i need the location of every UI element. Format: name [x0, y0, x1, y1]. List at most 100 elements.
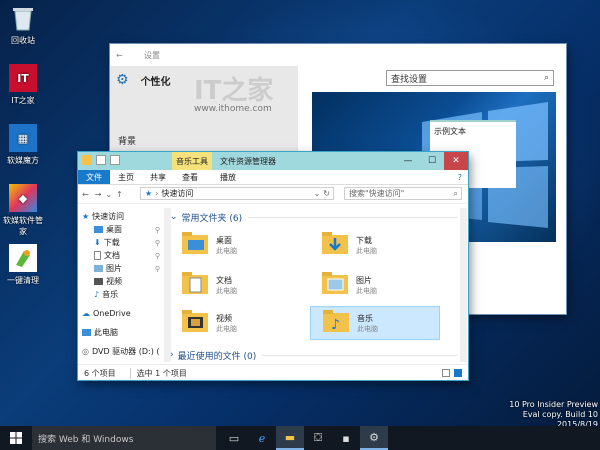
folder-tile-pictures[interactable]: 图片 此电脑 [310, 268, 440, 302]
properties-icon[interactable] [96, 155, 106, 165]
svg-text:♪: ♪ [331, 317, 340, 332]
settings-gear-icon[interactable]: ⚙ [360, 426, 388, 450]
frequent-folders-group[interactable]: ⌄ 常用文件夹 (6) [170, 210, 458, 224]
tab-share[interactable]: 共享 [142, 170, 174, 184]
desktop-folder-icon [182, 232, 208, 258]
desktop-icon-software-manager[interactable]: ◆ 软媒软件管家 [2, 184, 44, 237]
tab-play[interactable]: 播放 [212, 170, 244, 184]
chevron-down-icon: ⌄ [170, 212, 178, 222]
nav-this-pc[interactable]: 此电脑 [78, 326, 164, 339]
folder-location: 此电脑 [356, 286, 377, 295]
new-folder-icon[interactable] [110, 155, 120, 165]
folder-tile-desktop[interactable]: 桌面 此电脑 [170, 228, 300, 262]
menu-item-label: 背景 [118, 136, 137, 147]
tiles-view-icon[interactable] [454, 369, 462, 377]
nav-quick-access[interactable]: ★ 快速访问 [78, 210, 164, 223]
details-view-icon[interactable] [442, 369, 450, 377]
refresh-icon[interactable]: ↻ [323, 189, 330, 198]
tab-view[interactable]: 查看 [174, 170, 206, 184]
pin-icon[interactable]: ⚲ [155, 239, 160, 247]
folder-tile-videos[interactable]: 视频 此电脑 [170, 306, 300, 340]
pin-icon[interactable]: ⚲ [155, 265, 160, 273]
folder-name: 图片 [356, 275, 372, 285]
preview-text: 示例文本 [434, 127, 466, 136]
help-icon[interactable]: ? [458, 173, 462, 182]
explorer-title: 文件资源管理器 [220, 156, 276, 166]
maximize-icon[interactable]: ☐ [420, 152, 444, 170]
group-label: 常用文件夹 (6) [181, 213, 243, 224]
folder-tile-music[interactable]: ♪ 音乐 此电脑 [310, 306, 440, 340]
nav-item-videos[interactable]: 视频 [78, 275, 164, 288]
store-icon[interactable]: ⛋ [304, 426, 332, 450]
edge-browser-icon[interactable]: ℯ [248, 426, 276, 450]
recent-files-group[interactable]: › 最近使用的文件 (0) [170, 348, 458, 362]
desktop-icon-label: 软媒软件管家 [3, 216, 43, 236]
software-manager-icon: ◆ [9, 184, 37, 212]
desktop-icon [94, 226, 103, 233]
videos-folder-icon [182, 310, 208, 336]
desktop-icon-recycle-bin[interactable]: 回收站 [2, 4, 44, 46]
command-prompt-icon[interactable]: ▪ [332, 426, 360, 450]
nav-item-downloads[interactable]: ⬇ 下载 ⚲ [78, 236, 164, 249]
recent-locations-icon[interactable]: ⌄ [105, 190, 112, 199]
edition-text: 10 Pro Insider Preview [509, 400, 598, 409]
nav-item-pictures[interactable]: 图片 ⚲ [78, 262, 164, 275]
folder-name: 音乐 [357, 313, 373, 323]
pin-icon[interactable]: ⚲ [155, 252, 160, 260]
music-tools-context-tab[interactable]: 音乐工具 [172, 152, 212, 170]
close-icon[interactable]: ✕ [444, 152, 468, 170]
search-placeholder: 查找设置 [391, 74, 428, 85]
start-button[interactable] [0, 426, 32, 450]
folder-name: 文档 [216, 275, 232, 285]
settings-titlebar: ← 设置 [110, 44, 566, 66]
tab-file[interactable]: 文件 [78, 170, 110, 184]
nav-item-music[interactable]: ♪ 音乐 [78, 288, 164, 301]
back-icon[interactable]: ← [82, 190, 89, 199]
address-input[interactable]: ★ › 快速访问 ⌄ ↻ [140, 187, 334, 200]
watermark-logo: IT之家 [194, 76, 274, 106]
ruanmei-cube-icon: ▦ [9, 124, 37, 152]
task-view-icon[interactable]: ▭ [220, 426, 248, 450]
item-count: 6 个项目 [84, 368, 116, 378]
folder-name: 桌面 [216, 235, 232, 245]
taskbar-search-input[interactable]: 搜索 Web 和 Windows [32, 426, 216, 450]
tab-home[interactable]: 主页 [110, 170, 142, 184]
music-note-icon: ♪ [94, 290, 100, 299]
nav-item-desktop[interactable]: 桌面 ⚲ [78, 223, 164, 236]
group-label: 最近使用的文件 (0) [177, 351, 257, 362]
back-arrow-icon[interactable]: ← [116, 51, 130, 60]
nav-dvd-drive[interactable]: ◎ DVD 驱动器 (D:) ( [78, 345, 164, 358]
quick-toolbar [82, 155, 120, 165]
desktop-icon-ruanmei-cube[interactable]: ▦ 软媒魔方 [2, 124, 44, 166]
desktop-icon-label: IT之家 [11, 96, 35, 105]
view-toggles [442, 369, 462, 377]
address-bar-row: ← → ⌄ ↑ ★ › 快速访问 ⌄ ↻ 搜索"快速访问" ⌕ [78, 185, 468, 204]
folder-tile-downloads[interactable]: 下载 此电脑 [310, 228, 440, 262]
ithome-watermark: IT之家 www.ithome.com [110, 76, 298, 126]
computer-icon [82, 329, 91, 336]
forward-icon[interactable]: → [95, 190, 102, 199]
desktop-icon-label: 回收站 [11, 36, 35, 45]
nav-onedrive[interactable]: ☁ OneDrive [78, 307, 164, 320]
content-scrollbar[interactable] [460, 208, 467, 362]
folder-location: 此电脑 [216, 246, 237, 255]
minimize-icon[interactable]: — [396, 152, 420, 170]
folder-tile-documents[interactable]: 文档 此电脑 [170, 268, 300, 302]
settings-menu-background[interactable]: 背景 [110, 126, 298, 154]
chevron-right-icon: › [170, 350, 174, 360]
document-icon [94, 251, 101, 260]
desktop-icon-cleanup[interactable]: 一键清理 [2, 244, 44, 286]
cloud-icon: ☁ [82, 309, 90, 318]
nav-item-documents[interactable]: 文档 ⚲ [78, 249, 164, 262]
gear-icon: ⚙ [116, 72, 129, 88]
build-text: Eval copy. Build 10 [522, 410, 598, 419]
explorer-search-input[interactable]: 搜索"快速访问" ⌕ [344, 187, 462, 200]
up-icon[interactable]: ↑ [116, 190, 123, 199]
file-explorer-icon[interactable]: ▬ [276, 426, 304, 450]
selected-count: 选中 1 个项目 [129, 367, 187, 379]
ribbon-tabs: 文件 主页 共享 查看 播放 ? [78, 170, 468, 185]
chevron-down-icon[interactable]: ⌄ [314, 189, 321, 198]
settings-search-input[interactable]: 查找设置 ⌕ [386, 70, 554, 86]
pin-icon[interactable]: ⚲ [155, 226, 160, 234]
desktop-icon-ithome[interactable]: IT IT之家 [2, 64, 44, 106]
